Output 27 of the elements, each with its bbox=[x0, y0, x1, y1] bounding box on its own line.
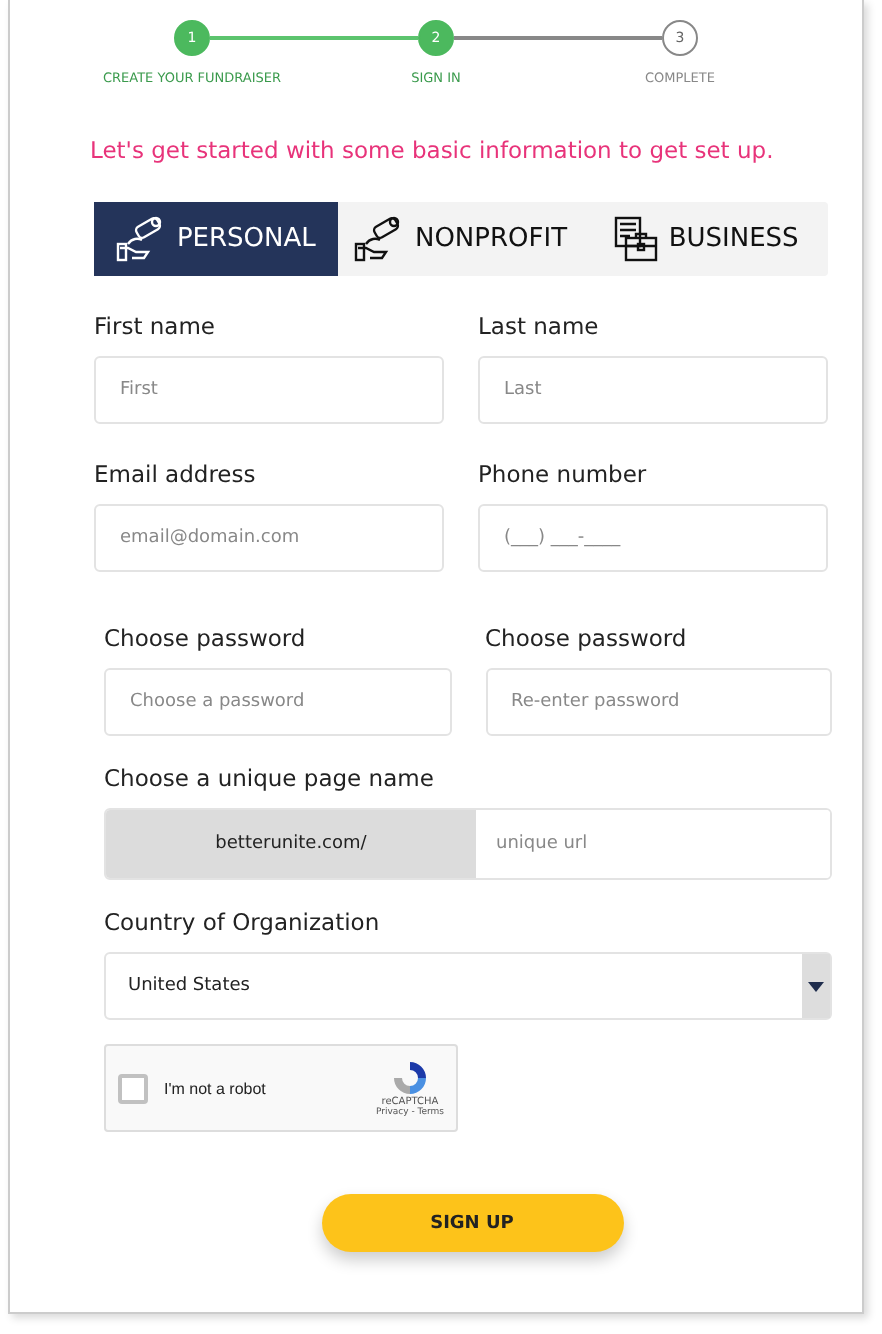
field-label: Choose password bbox=[104, 624, 308, 652]
account-type-tab[interactable]: BUSINESS bbox=[583, 202, 828, 276]
input-field[interactable]: Last bbox=[478, 356, 828, 424]
recaptcha-logo-icon bbox=[391, 1059, 428, 1095]
url-prefix: betterunite.com/ bbox=[106, 810, 476, 878]
briefcase-document-icon bbox=[612, 215, 661, 263]
input-field[interactable]: First bbox=[94, 356, 444, 424]
field-label: Last name bbox=[478, 312, 601, 340]
field-label: Country of Organization bbox=[104, 908, 382, 936]
input-field[interactable]: (___) ___-____ bbox=[478, 504, 828, 572]
field-label: Choose password bbox=[485, 624, 689, 652]
password-field[interactable]: Re-enter password bbox=[485, 668, 832, 736]
caret-icon bbox=[802, 954, 830, 1018]
field-label: Email address bbox=[94, 460, 258, 488]
account-type-tab[interactable]: NONPROFIT bbox=[338, 202, 584, 276]
field-label: First name bbox=[94, 312, 217, 340]
intro-text: Let's get started with some basic information to get set up. bbox=[90, 136, 776, 164]
account-type-tab[interactable]: PERSONAL bbox=[94, 202, 339, 276]
input-field[interactable]: email@domain.com bbox=[94, 504, 444, 572]
password-field[interactable]: Choose a password bbox=[104, 668, 451, 736]
checkbox[interactable] bbox=[118, 1073, 148, 1103]
url-field[interactable]: betterunite.com/ unique url bbox=[104, 808, 832, 880]
field-label: Choose a unique page name bbox=[104, 764, 436, 792]
country-select[interactable]: United States bbox=[104, 952, 832, 1020]
field-label: Phone number bbox=[478, 460, 649, 488]
sign-up-button[interactable]: SIGN UP bbox=[321, 1194, 623, 1252]
captcha-label: I'm not a robot bbox=[164, 1079, 268, 1097]
